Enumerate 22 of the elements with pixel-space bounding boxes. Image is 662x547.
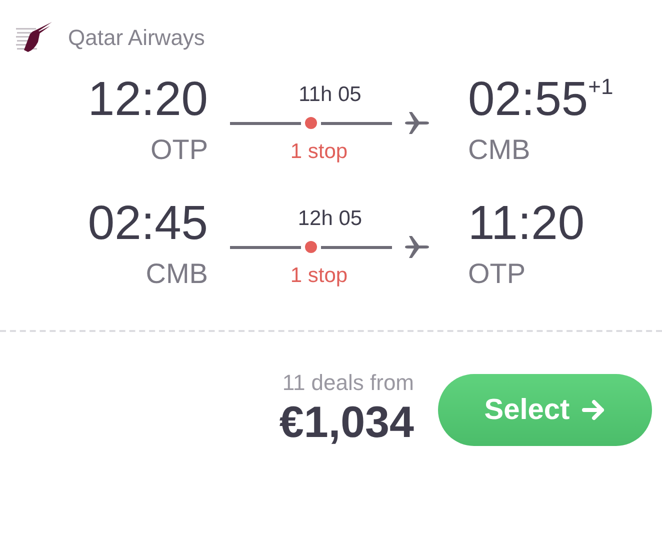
arrow-icon xyxy=(582,399,606,421)
stops-count: 1 stop xyxy=(290,139,348,165)
stops-count: 1 stop xyxy=(290,263,348,289)
departure-airport: CMB xyxy=(146,257,208,291)
plane-icon xyxy=(404,235,430,259)
flight-duration: 11h 05 xyxy=(298,82,362,108)
arrival-time: 02:55 xyxy=(468,72,588,128)
departure-time: 12:20 xyxy=(88,72,208,128)
price: €1,034 xyxy=(279,397,414,449)
stop-dot xyxy=(305,241,317,253)
departure-time: 02:45 xyxy=(88,196,208,252)
arrival-airport: OTP xyxy=(468,257,526,291)
airline-name: Qatar Airways xyxy=(68,25,205,51)
deals-count: 11 deals from xyxy=(282,370,414,396)
select-button[interactable]: Select xyxy=(438,374,652,446)
arrival-airport: CMB xyxy=(468,133,530,167)
stop-dot xyxy=(305,117,317,129)
flight-duration: 12h 05 xyxy=(298,206,362,232)
day-offset: +1 xyxy=(588,73,614,101)
departure-airport: OTP xyxy=(150,133,208,167)
plane-icon xyxy=(404,111,430,135)
arrival-time: 11:20 xyxy=(468,196,585,252)
